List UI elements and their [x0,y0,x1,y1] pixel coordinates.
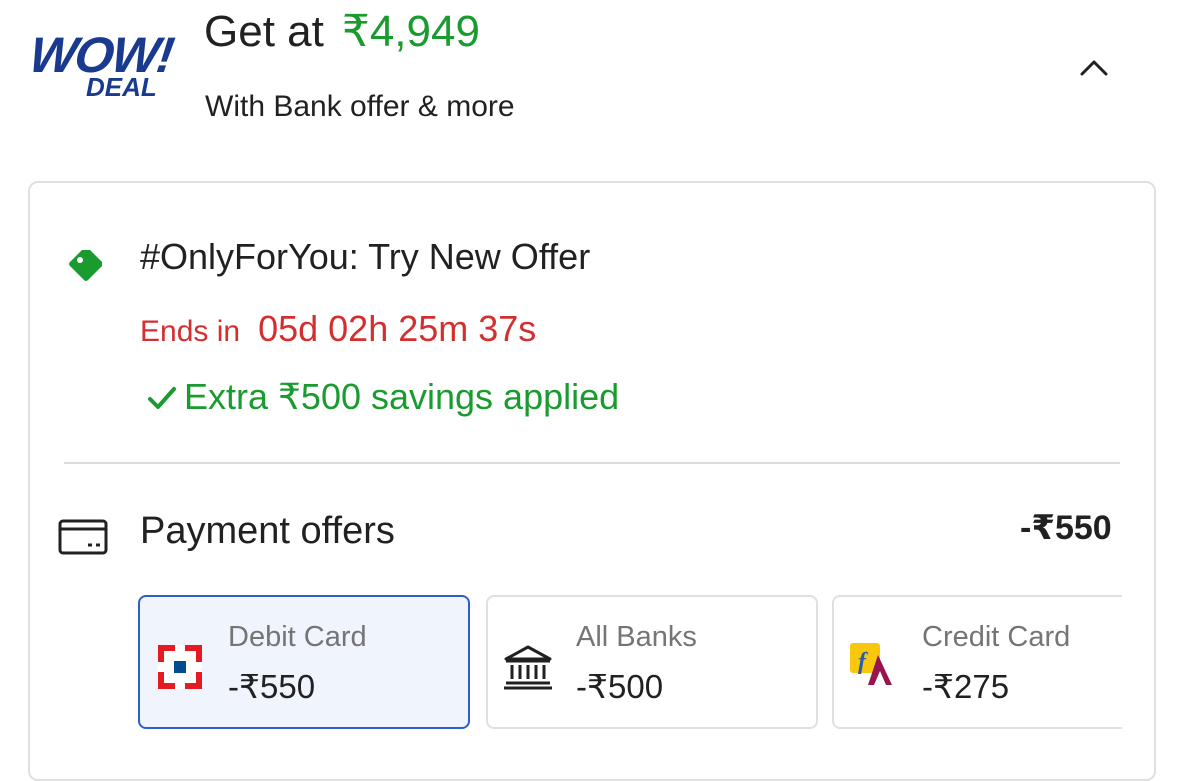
deal-subtitle: With Bank offer & more [205,90,515,123]
tile-amount: -₹275 [922,668,1010,705]
offer-countdown: Ends in 05d 02h 25m 37s [140,308,536,350]
checkmark-icon [146,380,178,410]
payment-offer-tiles: Debit Card -₹550 All Banks -₹500 f Credi… [138,595,1122,745]
get-at-label: Get at [204,7,324,56]
card-payment-icon [58,518,108,556]
tile-amount: -₹550 [228,668,316,705]
payment-tile-debit-card[interactable]: Debit Card -₹550 [138,595,470,729]
section-divider [64,462,1120,464]
wow-deal-logo: WOW! DEAL [26,26,176,106]
deal-price: ₹4,949 [341,7,480,56]
logo-deal-text: DEAL [86,72,157,102]
bank-building-icon [502,641,554,693]
collapse-chevron-up-icon[interactable] [1074,50,1114,84]
payment-tile-credit-card[interactable]: f Credit Card -₹275 [832,595,1122,729]
countdown-timer: 05d 02h 25m 37s [258,308,537,349]
tile-name: Credit Card [922,621,1071,653]
savings-text: Extra ₹500 savings applied [184,376,620,417]
savings-applied: Extra ₹500 savings applied [146,376,619,418]
payment-offers-total: -₹550 [1020,509,1112,547]
hdfc-bank-icon [154,641,206,693]
payment-offers-title: Payment offers [140,510,395,552]
ends-in-label: Ends in [140,315,241,348]
offer-title: #OnlyForYou: Try New Offer [140,236,591,277]
tile-amount: -₹500 [576,668,664,705]
deal-price-heading: Get at ₹4,949 [204,8,480,56]
tile-name: All Banks [576,621,697,653]
flipkart-axis-card-icon: f [848,641,900,693]
offer-tag-icon [66,246,106,286]
tile-name: Debit Card [228,621,367,653]
payment-tile-all-banks[interactable]: All Banks -₹500 [486,595,818,729]
